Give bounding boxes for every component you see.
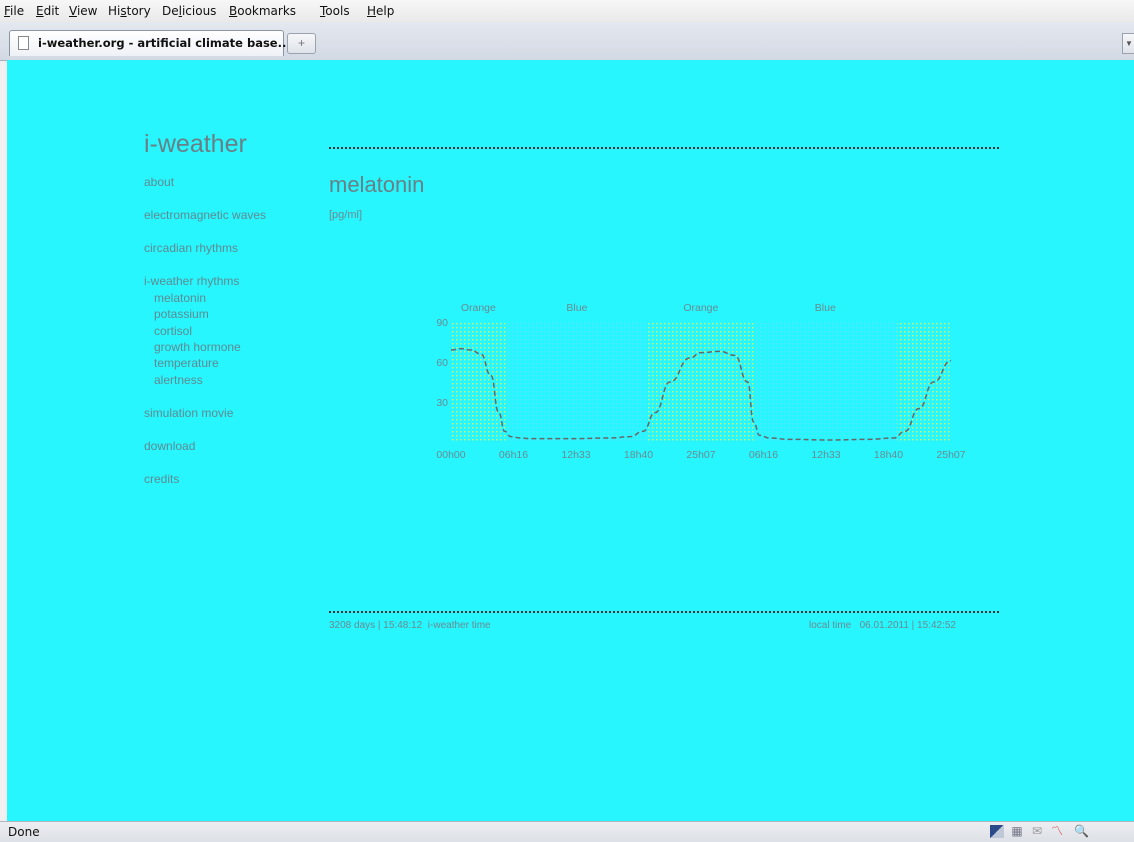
status-text: Done <box>8 825 40 839</box>
menu-help-label: elp <box>376 4 395 18</box>
plus-icon: + <box>297 36 305 50</box>
status-bar: Done ▦ ✉ 〽 🔍 <box>0 821 1134 842</box>
tab-title: i-weather.org - artificial climate base.… <box>38 36 291 50</box>
menu-tools-label: ools <box>325 4 350 18</box>
phase-label: Blue <box>815 302 836 314</box>
menu-view-label: iew <box>76 4 98 18</box>
tab-active[interactable]: i-weather.org - artificial climate base.… <box>9 30 291 56</box>
y-tick-label: 90 <box>436 317 448 329</box>
menu-history-label: tory <box>126 4 151 18</box>
site-title[interactable]: i-weather <box>144 130 247 159</box>
menu-view-key: V <box>69 4 77 18</box>
unit-label: [pg/ml] <box>329 209 363 221</box>
tab-list-dropdown-button[interactable]: ▼ <box>1122 33 1134 54</box>
nav-about[interactable]: about <box>144 175 174 189</box>
x-tick-label: 18h40 <box>624 449 653 461</box>
footer-local-label: local time <box>809 620 852 631</box>
nav-sub-growth-hormone[interactable]: growth hormone <box>154 340 241 354</box>
y-tick-label: 30 <box>436 397 448 409</box>
x-tick-label: 12h33 <box>561 449 590 461</box>
tab-strip: i-weather.org - artificial climate base.… <box>0 22 1134 61</box>
page-viewport: i-weather about electromagnetic waves ci… <box>7 60 1134 821</box>
menu-history-pre: Hi <box>108 4 121 18</box>
screen-icon[interactable] <box>990 825 1004 838</box>
menu-edit-label: dit <box>43 4 60 18</box>
menu-edit[interactable]: Edit <box>36 4 59 18</box>
phase-band <box>896 322 951 442</box>
menu-view[interactable]: View <box>69 4 97 18</box>
menu-tools[interactable]: Tools <box>320 4 350 18</box>
nav-sub-melatonin[interactable]: melatonin <box>154 291 206 305</box>
footer-days: 3208 days | 15:48:12 <box>329 620 423 631</box>
top-divider <box>329 147 999 149</box>
phase-band <box>505 322 649 442</box>
menu-bookmarks-label: ookmarks <box>237 4 297 18</box>
x-tick-label: 12h33 <box>811 449 840 461</box>
chart-icon[interactable]: 〽 <box>1050 825 1064 838</box>
x-tick-label: 06h16 <box>499 449 528 461</box>
menu-help-key: H <box>367 4 377 18</box>
phase-label: Orange <box>461 302 496 314</box>
melatonin-chart: Orange Blue Orange Blue 30 60 90 00h00 06h16 12h3… <box>436 302 965 461</box>
x-tick-label: 00h00 <box>436 449 465 461</box>
nav-sub-cortisol[interactable]: cortisol <box>154 324 192 338</box>
menu-bar: File Edit View History Delicious Bookmar… <box>0 0 1134 22</box>
x-tick-label: 25h07 <box>686 449 715 461</box>
x-tick-label: 06h16 <box>749 449 778 461</box>
x-tick-label: 25h07 <box>936 449 965 461</box>
magnifier-icon[interactable]: 🔍 <box>1074 825 1089 838</box>
phase-label: Orange <box>683 302 718 314</box>
bottom-divider <box>329 611 999 613</box>
footer-iweather-time: 3208 days | 15:48:12 i-weather time <box>329 620 491 631</box>
menu-file-label: ile <box>10 4 25 18</box>
menu-help[interactable]: Help <box>367 4 394 18</box>
y-tick-label: 60 <box>436 357 448 369</box>
page-icon <box>18 36 29 50</box>
nav-download[interactable]: download <box>144 439 195 453</box>
footer-local-time: local time 06.01.2011 | 15:42:52 <box>809 620 956 631</box>
phase-band <box>753 322 897 442</box>
menu-delicious[interactable]: Delicious <box>162 4 216 18</box>
menu-bookmarks-key: B <box>229 4 238 18</box>
page-title: melatonin <box>329 172 425 197</box>
menu-file[interactable]: File <box>4 4 24 18</box>
menu-edit-key: E <box>36 4 44 18</box>
nav-sub-temperature[interactable]: temperature <box>154 356 219 370</box>
nav-credits[interactable]: credits <box>144 472 179 486</box>
phase-label: Blue <box>566 302 587 314</box>
footer-local-value: 06.01.2011 | 15:42:52 <box>859 620 956 631</box>
menu-delicious-pre: De <box>162 4 179 18</box>
nav-circadian-rhythms[interactable]: circadian rhythms <box>144 241 238 255</box>
mail-icon[interactable]: ✉ <box>1030 825 1044 838</box>
new-tab-button[interactable]: + <box>287 33 316 54</box>
nav-electromagnetic-waves[interactable]: electromagnetic waves <box>144 208 266 222</box>
phase-band <box>648 322 754 442</box>
menu-history[interactable]: History <box>108 4 151 18</box>
nav-simulation-movie[interactable]: simulation movie <box>144 406 233 420</box>
footer-iw-label: i-weather time <box>427 620 491 631</box>
grid-icon[interactable]: ▦ <box>1010 825 1024 838</box>
nav-sub-potassium[interactable]: potassium <box>154 307 209 321</box>
nav-i-weather-rhythms[interactable]: i-weather rhythms <box>144 274 239 288</box>
menu-bookmarks[interactable]: Bookmarks <box>229 4 296 18</box>
menu-delicious-label: icious <box>181 4 217 18</box>
phase-band <box>451 322 506 442</box>
x-tick-label: 18h40 <box>874 449 903 461</box>
nav-sub-alertness[interactable]: alertness <box>154 373 203 387</box>
